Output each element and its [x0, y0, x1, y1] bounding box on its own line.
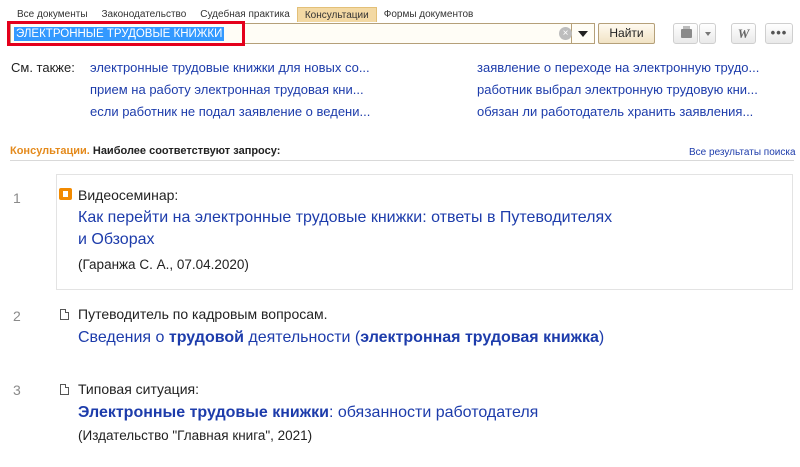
- tab-court-practice[interactable]: Судебная практика: [193, 7, 297, 21]
- result-title-part: ): [598, 329, 605, 346]
- section-divider: [10, 160, 794, 161]
- result-title-match: трудовой: [168, 329, 244, 346]
- result-title-link[interactable]: Электронные трудовые книжки: обязанности…: [78, 402, 538, 424]
- see-also-link[interactable]: работник выбрал электронную трудовую кни…: [477, 82, 758, 97]
- printer-icon: [681, 26, 692, 38]
- print-options-button[interactable]: [699, 23, 716, 44]
- document-icon: [60, 383, 70, 395]
- result-number: 2: [13, 308, 21, 324]
- see-also-link[interactable]: обязан ли работодатель хранить заявления…: [477, 104, 753, 119]
- print-button[interactable]: [673, 23, 698, 44]
- result-title-match: электронная трудовая книжка: [360, 329, 599, 346]
- result-number: 3: [13, 382, 21, 398]
- section-title-text: Наиболее соответствуют запросу:: [92, 145, 281, 157]
- section-title-category: Консультации.: [10, 145, 90, 157]
- tab-legislation[interactable]: Законодательство: [95, 7, 194, 21]
- more-icon: •••: [770, 25, 788, 40]
- tab-document-forms[interactable]: Формы документов: [377, 7, 481, 21]
- result-type: Типовая ситуация:: [78, 381, 199, 397]
- see-also-link[interactable]: прием на работу электронная трудовая кни…: [90, 82, 364, 97]
- result-title-link[interactable]: Сведения о трудовой деятельности (электр…: [78, 327, 604, 349]
- result-title-line: и Обзорах: [78, 231, 155, 248]
- result-meta: (Издательство "Главная книга", 2021): [78, 428, 313, 443]
- see-also-link[interactable]: заявление о переходе на электронную труд…: [477, 60, 759, 75]
- see-also-link[interactable]: если работник не подал заявление о веден…: [90, 104, 370, 119]
- see-also-link[interactable]: электронные трудовые книжки для новых со…: [90, 60, 370, 75]
- clear-icon[interactable]: ×: [559, 27, 572, 40]
- more-button[interactable]: •••: [765, 23, 793, 44]
- document-type-tabs: Все документы Законодательство Судебная …: [10, 7, 481, 22]
- video-icon: [59, 188, 72, 200]
- result-number: 1: [13, 190, 21, 206]
- result-type: Видеосеминар:: [78, 187, 179, 203]
- document-icon: [60, 308, 70, 320]
- result-title-match: Электронные трудовые книжки: [78, 404, 329, 421]
- find-button[interactable]: Найти: [598, 23, 655, 44]
- result-meta: (Гаранжа С. А., 07.04.2020): [78, 257, 249, 272]
- tab-consultations[interactable]: Консультации: [296, 7, 377, 22]
- see-also-label: См. также:: [11, 60, 75, 75]
- export-word-button[interactable]: W: [731, 23, 756, 44]
- result-title-part: Сведения о: [78, 329, 169, 346]
- result-title-part: деятельности (: [243, 329, 361, 346]
- chevron-down-icon: [705, 32, 711, 36]
- all-results-link[interactable]: Все результаты поиска: [689, 147, 796, 158]
- word-icon: W: [737, 26, 750, 41]
- section-title: Консультации. Наиболее соответствуют зап…: [10, 145, 280, 157]
- result-type: Путеводитель по кадровым вопросам.: [78, 306, 328, 322]
- result-title-link[interactable]: Как перейти на электронные трудовые книж…: [78, 207, 612, 251]
- search-history-dropdown-button[interactable]: [572, 23, 595, 44]
- chevron-down-icon: [578, 30, 588, 37]
- result-title-part: : обязанности работодателя: [328, 404, 539, 421]
- result-title-line: Как перейти на электронные трудовые книж…: [78, 209, 613, 226]
- tab-all-documents[interactable]: Все документы: [10, 7, 95, 21]
- search-highlight-frame: [7, 21, 245, 46]
